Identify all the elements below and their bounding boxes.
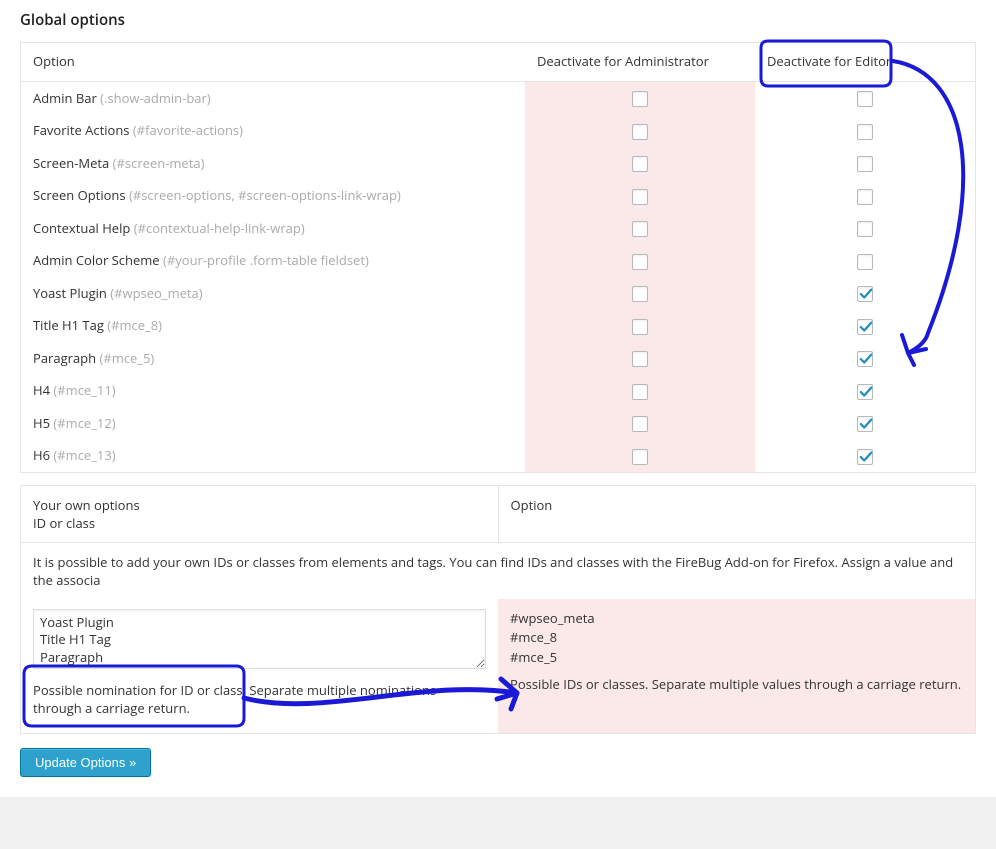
deactivate-editor-checkbox[interactable] xyxy=(857,351,873,367)
col-admin-header: Deactivate for Administrator xyxy=(525,43,755,81)
own-header-sub: ID or class xyxy=(33,514,95,532)
option-label: Admin Bar (.show-admin-bar) xyxy=(21,81,525,114)
table-row: Title H1 Tag (#mce_8) xyxy=(21,309,975,342)
deactivate-admin-checkbox[interactable] xyxy=(632,124,648,140)
option-label: Yoast Plugin (#wpseo_meta) xyxy=(21,277,525,310)
deactivate-editor-checkbox[interactable] xyxy=(857,449,873,465)
deactivate-admin-checkbox[interactable] xyxy=(632,416,648,432)
deactivate-admin-checkbox[interactable] xyxy=(632,319,648,335)
deactivate-editor-checkbox[interactable] xyxy=(857,189,873,205)
col-editor-header: Deactivate for Editor xyxy=(755,43,975,81)
deactivate-admin-checkbox[interactable] xyxy=(632,156,648,172)
global-options-table: Option Deactivate for Administrator Deac… xyxy=(20,42,976,473)
deactivate-admin-checkbox[interactable] xyxy=(632,384,648,400)
own-ids-textarea[interactable] xyxy=(33,609,486,669)
own-selector-values: #wpseo_meta#mce_8#mce_5 xyxy=(510,609,963,668)
deactivate-editor-checkbox[interactable] xyxy=(857,319,873,335)
table-row: Favorite Actions (#favorite-actions) xyxy=(21,114,975,147)
table-row: H5 (#mce_12) xyxy=(21,407,975,440)
own-description: It is possible to add your own IDs or cl… xyxy=(21,543,975,599)
table-row: Yoast Plugin (#wpseo_meta) xyxy=(21,277,975,310)
option-label: Screen-Meta (#screen-meta) xyxy=(21,147,525,180)
option-label: Paragraph (#mce_5) xyxy=(21,342,525,375)
deactivate-editor-checkbox[interactable] xyxy=(857,384,873,400)
deactivate-admin-checkbox[interactable] xyxy=(632,254,648,270)
deactivate-admin-checkbox[interactable] xyxy=(632,91,648,107)
deactivate-editor-checkbox[interactable] xyxy=(857,221,873,237)
deactivate-admin-checkbox[interactable] xyxy=(632,449,648,465)
own-header-right: Option xyxy=(499,486,976,542)
deactivate-editor-checkbox[interactable] xyxy=(857,124,873,140)
table-row: H6 (#mce_13) xyxy=(21,439,975,472)
table-row: Contextual Help (#contextual-help-link-w… xyxy=(21,212,975,245)
option-label: Admin Color Scheme (#your-profile .form-… xyxy=(21,244,525,277)
table-row: H4 (#mce_11) xyxy=(21,374,975,407)
table-row: Admin Bar (.show-admin-bar) xyxy=(21,81,975,114)
deactivate-editor-checkbox[interactable] xyxy=(857,416,873,432)
col-option-header: Option xyxy=(21,43,525,81)
option-label: H6 (#mce_13) xyxy=(21,439,525,472)
section-title: Global options xyxy=(0,0,996,42)
deactivate-admin-checkbox[interactable] xyxy=(632,286,648,302)
own-header-left: Your own options ID or class xyxy=(21,486,499,542)
own-options-panel: Your own options ID or class Option It i… xyxy=(20,485,976,734)
own-left-hint: Possible nomination for ID or class. Sep… xyxy=(33,681,486,717)
own-right-hint: Possible IDs or classes. Separate multip… xyxy=(510,675,963,693)
table-row: Admin Color Scheme (#your-profile .form-… xyxy=(21,244,975,277)
deactivate-editor-checkbox[interactable] xyxy=(857,156,873,172)
option-label: Favorite Actions (#favorite-actions) xyxy=(21,114,525,147)
deactivate-editor-checkbox[interactable] xyxy=(857,286,873,302)
option-label: H5 (#mce_12) xyxy=(21,407,525,440)
update-options-button[interactable]: Update Options » xyxy=(20,748,151,777)
deactivate-admin-checkbox[interactable] xyxy=(632,221,648,237)
deactivate-editor-checkbox[interactable] xyxy=(857,254,873,270)
deactivate-admin-checkbox[interactable] xyxy=(632,189,648,205)
table-row: Screen Options (#screen-options, #screen… xyxy=(21,179,975,212)
table-row: Screen-Meta (#screen-meta) xyxy=(21,147,975,180)
option-label: H4 (#mce_11) xyxy=(21,374,525,407)
deactivate-admin-checkbox[interactable] xyxy=(632,351,648,367)
own-header-title: Your own options xyxy=(33,496,140,514)
option-label: Screen Options (#screen-options, #screen… xyxy=(21,179,525,212)
option-label: Title H1 Tag (#mce_8) xyxy=(21,309,525,342)
option-label: Contextual Help (#contextual-help-link-w… xyxy=(21,212,525,245)
table-row: Paragraph (#mce_5) xyxy=(21,342,975,375)
deactivate-editor-checkbox[interactable] xyxy=(857,91,873,107)
